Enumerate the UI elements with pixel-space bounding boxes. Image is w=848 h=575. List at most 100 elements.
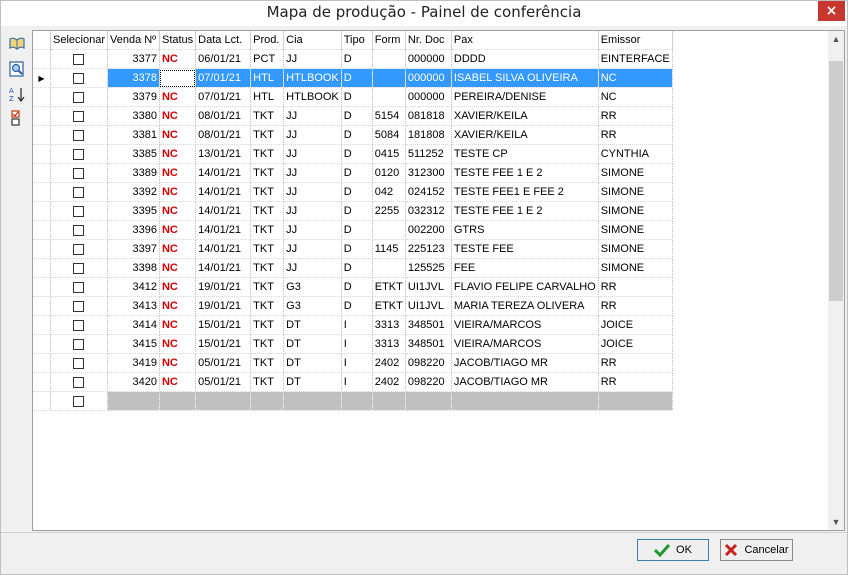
scroll-thumb[interactable] <box>829 61 843 301</box>
row-checkbox[interactable] <box>73 243 85 255</box>
table-row[interactable]: 3413 NC 19/01/21 TKT G3 D ETKT UI1JVL MARIA TERE… <box>33 296 673 316</box>
table-row[interactable]: 3379 NC 07/01/21 HTL HTLBOOK D 000000 PEREIRA/D… <box>33 87 673 107</box>
select-cell <box>50 372 108 392</box>
checklist-icon[interactable] <box>8 109 26 127</box>
header-emissor[interactable]: Emissor <box>598 31 673 50</box>
header-data[interactable]: Data Lct. <box>195 31 252 50</box>
cell-prod: PCT <box>250 49 285 69</box>
cell-status: NC <box>159 125 197 145</box>
row-checkbox[interactable] <box>73 186 85 198</box>
scroll-up-icon[interactable]: ▲ <box>828 31 844 47</box>
cell-prod: TKT <box>250 144 285 164</box>
empty-cell <box>598 391 673 411</box>
cell-doc: 098220 <box>405 372 452 392</box>
cancel-button[interactable]: Cancelar <box>720 539 793 561</box>
row-checkbox[interactable] <box>73 129 85 141</box>
row-indicator <box>33 277 51 297</box>
production-grid[interactable]: Selecionar Venda Nº Status Data Lct. Pro… <box>32 30 845 531</box>
row-checkbox[interactable] <box>73 338 85 350</box>
row-checkbox[interactable] <box>73 357 85 369</box>
cell-pax: FLAVIO FELIPE CARVALHO <box>451 277 599 297</box>
cell-status: NC <box>159 49 197 69</box>
select-cell <box>50 68 108 88</box>
row-indicator <box>33 144 51 164</box>
table-row[interactable]: 3377 NC 06/01/21 PCT JJ D 000000 DDDD EINTERFACE <box>33 49 673 69</box>
table-row[interactable]: 3398 NC 14/01/21 TKT JJ D 125525 FEE SIMONE <box>33 258 673 278</box>
cell-venda: 3396 <box>107 220 160 240</box>
header-prod[interactable]: Prod. <box>250 31 285 50</box>
cell-pax: JACOB/TIAGO MR <box>451 372 599 392</box>
cell-emissor: RR <box>598 277 673 297</box>
table-row[interactable]: 3385 NC 13/01/21 TKT JJ D 0415 511252 TESTE CP CY… <box>33 144 673 164</box>
row-checkbox[interactable] <box>73 395 85 407</box>
table-row[interactable]: 3389 NC 14/01/21 TKT JJ D 0120 312300 TESTE FEE … <box>33 163 673 183</box>
table-row[interactable]: 3420 NC 05/01/21 TKT DT I 2402 098220 JACOB/TIAG… <box>33 372 673 392</box>
header-cia[interactable]: Cia <box>283 31 342 50</box>
cell-data: 14/01/21 <box>195 239 252 259</box>
table-row[interactable]: 3419 NC 05/01/21 TKT DT I 2402 098220 JACOB/TIAG… <box>33 353 673 373</box>
header-status[interactable]: Status <box>159 31 197 50</box>
cell-venda: 3381 <box>107 125 160 145</box>
cell-tipo: D <box>341 277 373 297</box>
header-pax[interactable]: Pax <box>451 31 599 50</box>
close-button[interactable]: × <box>818 1 845 21</box>
row-checkbox[interactable] <box>73 167 85 179</box>
row-checkbox[interactable] <box>73 281 85 293</box>
header-nr-doc[interactable]: Nr. Doc <box>405 31 452 50</box>
cell-data: 08/01/21 <box>195 106 252 126</box>
cell-emissor: NC <box>598 87 673 107</box>
row-checkbox[interactable] <box>73 91 85 103</box>
header-venda[interactable]: Venda Nº <box>107 31 160 50</box>
cell-venda: 3392 <box>107 182 160 202</box>
cell-tipo: D <box>341 163 373 183</box>
select-cell <box>50 49 108 69</box>
table-row[interactable]: 3412 NC 19/01/21 TKT G3 D ETKT UI1JVL FLAVIO FEL… <box>33 277 673 297</box>
cell-tipo: I <box>341 353 373 373</box>
row-checkbox[interactable] <box>73 53 85 65</box>
row-checkbox[interactable] <box>73 262 85 274</box>
table-row[interactable]: 3396 NC 14/01/21 TKT JJ D 002200 GTRS SIMONE <box>33 220 673 240</box>
header-form[interactable]: Form <box>372 31 406 50</box>
cell-data: 06/01/21 <box>195 49 252 69</box>
row-checkbox[interactable] <box>73 110 85 122</box>
cell-data: 14/01/21 <box>195 201 252 221</box>
row-checkbox[interactable] <box>73 224 85 236</box>
ok-button[interactable]: OK <box>637 539 709 561</box>
row-checkbox[interactable] <box>73 72 85 84</box>
row-indicator <box>33 125 51 145</box>
header-tipo[interactable]: Tipo <box>341 31 373 50</box>
table-row[interactable]: 3414 NC 15/01/21 TKT DT I 3313 348501 VIEIRA/MAR… <box>33 315 673 335</box>
search-icon[interactable] <box>8 60 26 78</box>
scroll-down-icon[interactable]: ▼ <box>828 514 844 530</box>
table-row[interactable]: 3381 NC 08/01/21 TKT JJ D 5084 181808 XAVIER/KEI… <box>33 125 673 145</box>
table-row[interactable]: 3415 NC 15/01/21 TKT DT I 3313 348501 VIEIRA/MAR… <box>33 334 673 354</box>
book-icon[interactable] <box>8 35 26 53</box>
cell-status: NC <box>159 277 197 297</box>
cell-form: 3313 <box>372 315 406 335</box>
row-checkbox[interactable] <box>73 300 85 312</box>
new-row[interactable] <box>33 391 673 411</box>
row-checkbox[interactable] <box>73 148 85 160</box>
cell-venda: 3415 <box>107 334 160 354</box>
row-checkbox[interactable] <box>73 319 85 331</box>
vertical-scrollbar[interactable]: ▲ ▼ <box>828 31 844 530</box>
table-row[interactable]: ▶ 3378 NC 07/01/21 HTL HTLBOOK D 000000 ISABEL S… <box>33 68 673 88</box>
cell-cia: JJ <box>283 163 342 183</box>
table-row[interactable]: 3397 NC 14/01/21 TKT JJ D 1145 225123 TESTE FEE S… <box>33 239 673 259</box>
row-indicator: ▶ <box>33 68 51 88</box>
row-checkbox[interactable] <box>73 205 85 217</box>
cell-emissor: RR <box>598 353 673 373</box>
header-selecionar[interactable]: Selecionar <box>50 31 108 50</box>
cell-emissor: RR <box>598 106 673 126</box>
table-row[interactable]: 3392 NC 14/01/21 TKT JJ D 042 024152 TESTE FEE1 … <box>33 182 673 202</box>
table-row[interactable]: 3380 NC 08/01/21 TKT JJ D 5154 081818 XAVIER/KEI… <box>33 106 673 126</box>
cell-data: 07/01/21 <box>195 68 252 88</box>
cell-emissor: RR <box>598 125 673 145</box>
row-checkbox[interactable] <box>73 376 85 388</box>
cell-form: 1145 <box>372 239 406 259</box>
table-row[interactable]: 3395 NC 14/01/21 TKT JJ D 2255 032312 TESTE FEE … <box>33 201 673 221</box>
sort-icon[interactable]: A Z <box>8 85 26 103</box>
row-indicator <box>33 353 51 373</box>
cell-form: ETKT <box>372 296 406 316</box>
cell-status: NC <box>159 334 197 354</box>
